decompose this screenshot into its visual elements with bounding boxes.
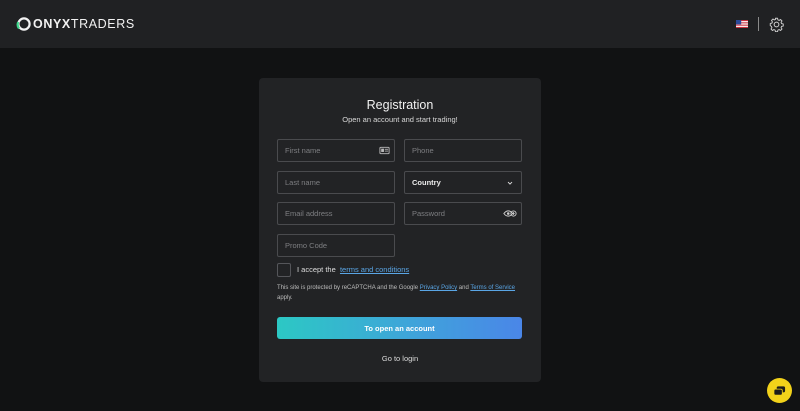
- last-name-field[interactable]: Last name: [277, 171, 395, 194]
- country-value: Country: [412, 178, 441, 187]
- show-password-eye-icon[interactable]: [503, 208, 517, 219]
- email-field[interactable]: Email address: [277, 202, 395, 225]
- top-navigation-bar: ONYXTRADERS: [0, 0, 800, 48]
- promo-code-field[interactable]: Promo Code: [277, 234, 395, 257]
- country-select[interactable]: Country: [404, 171, 522, 194]
- go-to-login-link[interactable]: Go to login: [259, 354, 541, 363]
- header-actions: [736, 17, 784, 32]
- promo-code-placeholder: Promo Code: [285, 241, 328, 250]
- onyx-logo-icon: [16, 17, 31, 31]
- recaptcha-notice: This site is protected by reCAPTCHA and …: [277, 283, 523, 303]
- recaptcha-text: This site is protected by reCAPTCHA and …: [277, 285, 419, 291]
- chat-button[interactable]: [767, 378, 792, 403]
- open-account-button[interactable]: To open an account: [277, 317, 522, 339]
- header-divider: [758, 17, 759, 31]
- first-name-field[interactable]: First name: [277, 139, 395, 162]
- chat-bubble-icon: [773, 385, 786, 396]
- page-title: Registration: [366, 98, 434, 112]
- brand-name: ONYXTRADERS: [33, 17, 135, 31]
- registration-card: Registration Open an account and start t…: [259, 78, 541, 382]
- first-name-placeholder: First name: [285, 146, 321, 155]
- terms-checkbox[interactable]: [277, 263, 291, 277]
- terms-label: I accept the terms and conditions: [297, 265, 409, 274]
- brand-logo[interactable]: ONYXTRADERS: [16, 16, 135, 32]
- us-flag-icon[interactable]: [736, 20, 748, 28]
- phone-placeholder: Phone: [412, 146, 434, 155]
- page-subtitle: Open an account and start trading!: [342, 115, 458, 124]
- terms-link[interactable]: terms and conditions: [340, 265, 409, 274]
- recaptcha-apply: apply.: [277, 295, 293, 301]
- privacy-policy-link[interactable]: Privacy Policy: [420, 285, 457, 291]
- chevron-down-icon: [507, 181, 513, 185]
- password-placeholder: Password: [412, 209, 445, 218]
- recaptcha-and: and: [458, 285, 469, 291]
- email-placeholder: Email address: [285, 209, 333, 218]
- last-name-placeholder: Last name: [285, 178, 321, 187]
- terms-of-service-link[interactable]: Terms of Service: [470, 285, 515, 291]
- phone-field[interactable]: Phone: [404, 139, 522, 162]
- id-card-icon: [379, 146, 390, 155]
- gear-icon[interactable]: [769, 17, 784, 32]
- password-field[interactable]: Password: [404, 202, 522, 225]
- terms-prefix: I accept the: [297, 265, 336, 274]
